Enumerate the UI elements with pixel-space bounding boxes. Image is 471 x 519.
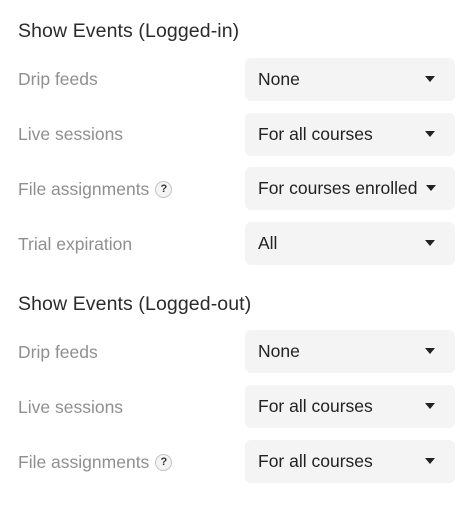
select-file-assignments-logged-in[interactable]: For courses enrolled xyxy=(245,167,455,210)
select-file-assignments-logged-out[interactable]: For all courses xyxy=(245,440,455,483)
caret-down-icon xyxy=(425,403,435,409)
label-live-sessions-logged-in: Live sessions xyxy=(18,122,123,146)
select-drip-feeds-logged-out[interactable]: None xyxy=(245,330,455,373)
section-title-logged-out: Show Events (Logged-out) xyxy=(18,293,252,315)
row-label-text: Trial expiration xyxy=(18,233,133,254)
row-label-text: Drip feeds xyxy=(18,341,98,362)
caret-down-icon xyxy=(426,185,436,191)
row-label-text: Live sessions xyxy=(18,123,124,144)
select-drip-feeds-logged-in[interactable]: None xyxy=(245,58,455,101)
row-label-text: File assignments xyxy=(18,451,150,472)
label-drip-feeds-logged-in: Drip feeds xyxy=(18,67,98,91)
select-value: For courses enrolled xyxy=(258,178,418,198)
label-file-assignments-logged-out: File assignments ? xyxy=(18,450,173,474)
caret-down-icon xyxy=(425,348,435,354)
caret-down-icon xyxy=(425,240,435,246)
select-live-sessions-logged-out[interactable]: For all courses xyxy=(245,385,455,428)
select-trial-expiration-logged-in[interactable]: All xyxy=(245,222,455,265)
row-label-text: File assignments xyxy=(18,178,150,199)
select-live-sessions-logged-in[interactable]: For all courses xyxy=(245,113,455,156)
label-live-sessions-logged-out: Live sessions xyxy=(18,395,123,419)
label-file-assignments-logged-in: File assignments ? xyxy=(18,177,173,201)
label-drip-feeds-logged-out: Drip feeds xyxy=(18,340,98,364)
question-circle-icon[interactable]: ? xyxy=(155,453,173,471)
question-circle-icon[interactable]: ? xyxy=(155,180,173,198)
caret-down-icon xyxy=(425,76,435,82)
row-label-text: Drip feeds xyxy=(18,68,98,89)
select-value: For all courses xyxy=(258,451,373,471)
select-value: None xyxy=(258,69,300,89)
label-trial-expiration-logged-in: Trial expiration xyxy=(18,232,132,256)
select-value: For all courses xyxy=(258,396,373,416)
caret-down-icon xyxy=(425,131,435,137)
select-value: None xyxy=(258,341,300,361)
row-label-text: Live sessions xyxy=(18,396,124,417)
caret-down-icon xyxy=(425,458,435,464)
select-value: For all courses xyxy=(258,124,373,144)
select-value: All xyxy=(258,233,278,253)
section-title-logged-in: Show Events (Logged-in) xyxy=(18,20,240,42)
